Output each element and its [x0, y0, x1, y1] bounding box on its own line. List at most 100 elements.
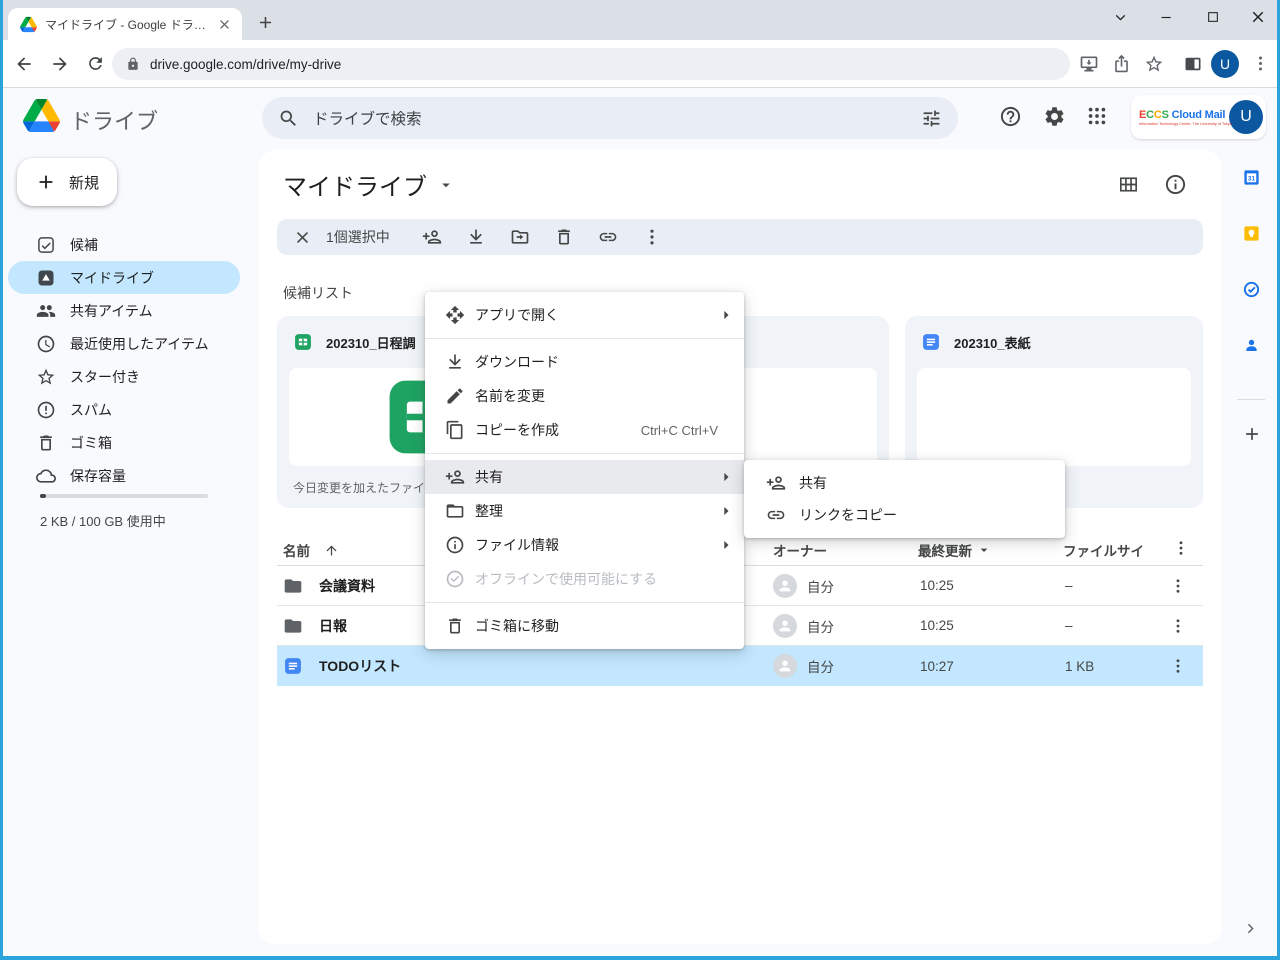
column-settings-icon[interactable]	[1172, 539, 1190, 557]
menu-item-make-copy[interactable]: コピーを作成 Ctrl+C Ctrl+V	[425, 413, 744, 447]
sidebar-item-my-drive[interactable]: マイドライブ	[8, 261, 240, 294]
row-more-icon[interactable]	[1169, 577, 1187, 595]
google-apps-icon[interactable]	[1086, 105, 1108, 127]
submenu-arrow-icon	[716, 305, 736, 325]
share-submenu: 共有 リンクをコピー	[744, 460, 1065, 538]
tasks-icon[interactable]	[1242, 280, 1261, 299]
share-selected-button[interactable]	[410, 227, 454, 247]
new-button[interactable]: 新規	[17, 158, 117, 206]
menu-item-download[interactable]: ダウンロード	[425, 345, 744, 379]
copy-link-button[interactable]	[586, 227, 630, 247]
new-tab-button[interactable]	[256, 13, 275, 32]
menu-item-organize[interactable]: 整理	[425, 494, 744, 528]
sidebar-item-trash[interactable]: ゴミ箱	[8, 426, 240, 459]
browser-tab[interactable]: マイドライブ - Google ドライブ	[8, 8, 242, 40]
get-add-ons-icon[interactable]	[1242, 424, 1262, 444]
back-icon[interactable]	[14, 54, 34, 74]
menu-item-move-to-trash[interactable]: ゴミ箱に移動	[425, 609, 744, 643]
modified-time: 10:25	[920, 578, 954, 593]
search-bar[interactable]: ドライブで検索	[262, 97, 958, 139]
table-row-doc-selected[interactable]: TODOリスト 自分 10:27 1 KB	[277, 646, 1203, 686]
row-more-icon[interactable]	[1169, 617, 1187, 635]
submenu-item-copy-link[interactable]: リンクをコピー	[744, 499, 1065, 531]
tab-close-icon[interactable]	[217, 17, 232, 32]
bookmark-star-icon[interactable]	[1144, 54, 1164, 74]
grid-view-icon[interactable]	[1117, 173, 1140, 196]
download-icon	[445, 352, 465, 372]
trash-icon	[445, 616, 465, 636]
storage-usage-text: 2 KB / 100 GB 使用中	[40, 511, 166, 530]
sidebar-item-shared[interactable]: 共有アイテム	[8, 294, 240, 327]
menu-item-rename[interactable]: 名前を変更	[425, 379, 744, 413]
search-icon	[278, 108, 299, 129]
person-add-icon	[766, 473, 786, 493]
column-header-modified[interactable]: 最終更新	[918, 540, 992, 560]
reload-icon[interactable]	[86, 54, 105, 73]
column-header-size[interactable]: ファイルサイ	[1063, 540, 1144, 560]
my-drive-icon	[36, 268, 56, 288]
more-actions-icon[interactable]	[630, 227, 674, 247]
sidebar-item-recent[interactable]: 最近使用したアイテム	[8, 327, 240, 360]
menu-shortcut: Ctrl+C Ctrl+V	[641, 423, 718, 438]
sidebar-item-label: 候補	[70, 235, 98, 255]
submenu-arrow-icon	[716, 535, 736, 555]
suggestions-label: 候補リスト	[283, 283, 353, 303]
menu-item-file-info[interactable]: ファイル情報	[425, 528, 744, 562]
menu-item-share[interactable]: 共有	[425, 460, 744, 494]
share-icon[interactable]	[1112, 54, 1131, 73]
column-header-name[interactable]: 名前	[283, 540, 339, 560]
download-selected-button[interactable]	[454, 227, 498, 247]
menu-item-open-with[interactable]: アプリで開く	[425, 298, 744, 332]
support-icon[interactable]	[999, 105, 1022, 128]
side-panel-icon[interactable]	[1183, 54, 1203, 74]
selection-count: 1個選択中	[326, 227, 390, 247]
calendar-icon[interactable]	[1242, 168, 1261, 187]
sidebar-item-starred[interactable]: スター付き	[8, 360, 240, 393]
clear-selection-icon[interactable]	[293, 228, 312, 247]
browser-titlebar: マイドライブ - Google ドライブ	[0, 0, 1280, 40]
keep-icon[interactable]	[1242, 224, 1261, 243]
drive-favicon	[20, 16, 37, 33]
lock-icon	[126, 57, 140, 71]
sidebar-item-label: 共有アイテム	[70, 301, 153, 321]
url-bar[interactable]: drive.google.com/drive/my-drive	[112, 48, 1070, 80]
sidebar-item-storage[interactable]: 保存容量	[8, 459, 240, 492]
contacts-icon[interactable]	[1242, 336, 1261, 355]
column-header-owner[interactable]: オーナー	[773, 540, 827, 560]
settings-gear-icon[interactable]	[1043, 105, 1066, 128]
owner-avatar	[773, 654, 797, 678]
window-close-button[interactable]	[1242, 4, 1274, 30]
move-selected-button[interactable]	[498, 227, 542, 247]
drive-app-name: ドライブ	[70, 104, 158, 136]
folder-icon	[283, 576, 303, 596]
chevron-down-icon[interactable]	[437, 176, 455, 194]
window-minimize-button[interactable]	[1150, 4, 1182, 30]
storage-progress-bar	[40, 494, 208, 498]
browser-toolbar: drive.google.com/drive/my-drive U	[0, 40, 1280, 88]
details-info-icon[interactable]	[1164, 173, 1187, 196]
account-avatar[interactable]: U	[1229, 100, 1263, 134]
trash-selected-button[interactable]	[542, 227, 586, 247]
sidebar-item-spam[interactable]: スパム	[8, 393, 240, 426]
folder-icon	[283, 616, 303, 636]
pencil-icon	[445, 386, 465, 406]
rail-divider	[1237, 399, 1265, 400]
search-options-icon[interactable]	[921, 108, 942, 129]
show-side-panel-icon[interactable]	[1242, 920, 1259, 937]
window-border-bottom	[0, 956, 1280, 960]
sidebar-item-label: スパム	[70, 400, 112, 420]
browser-profile-avatar[interactable]: U	[1211, 50, 1239, 78]
sidebar-item-suggested[interactable]: 候補	[8, 228, 240, 261]
submenu-item-share[interactable]: 共有	[744, 467, 1065, 499]
page-title[interactable]: マイドライブ	[283, 167, 455, 202]
window-chevron-button[interactable]	[1104, 4, 1136, 30]
search-input[interactable]: ドライブで検索	[313, 107, 921, 129]
logo-word-cloud: Cloud	[1169, 109, 1205, 121]
window-maximize-button[interactable]	[1197, 4, 1229, 30]
forward-icon[interactable]	[50, 54, 70, 74]
install-icon[interactable]	[1079, 54, 1099, 74]
account-chip[interactable]: ECCS Cloud Mail Information Technology C…	[1131, 95, 1266, 139]
row-more-icon[interactable]	[1169, 657, 1187, 675]
file-name: 会議資料	[319, 576, 375, 596]
browser-menu-icon[interactable]	[1251, 54, 1270, 73]
